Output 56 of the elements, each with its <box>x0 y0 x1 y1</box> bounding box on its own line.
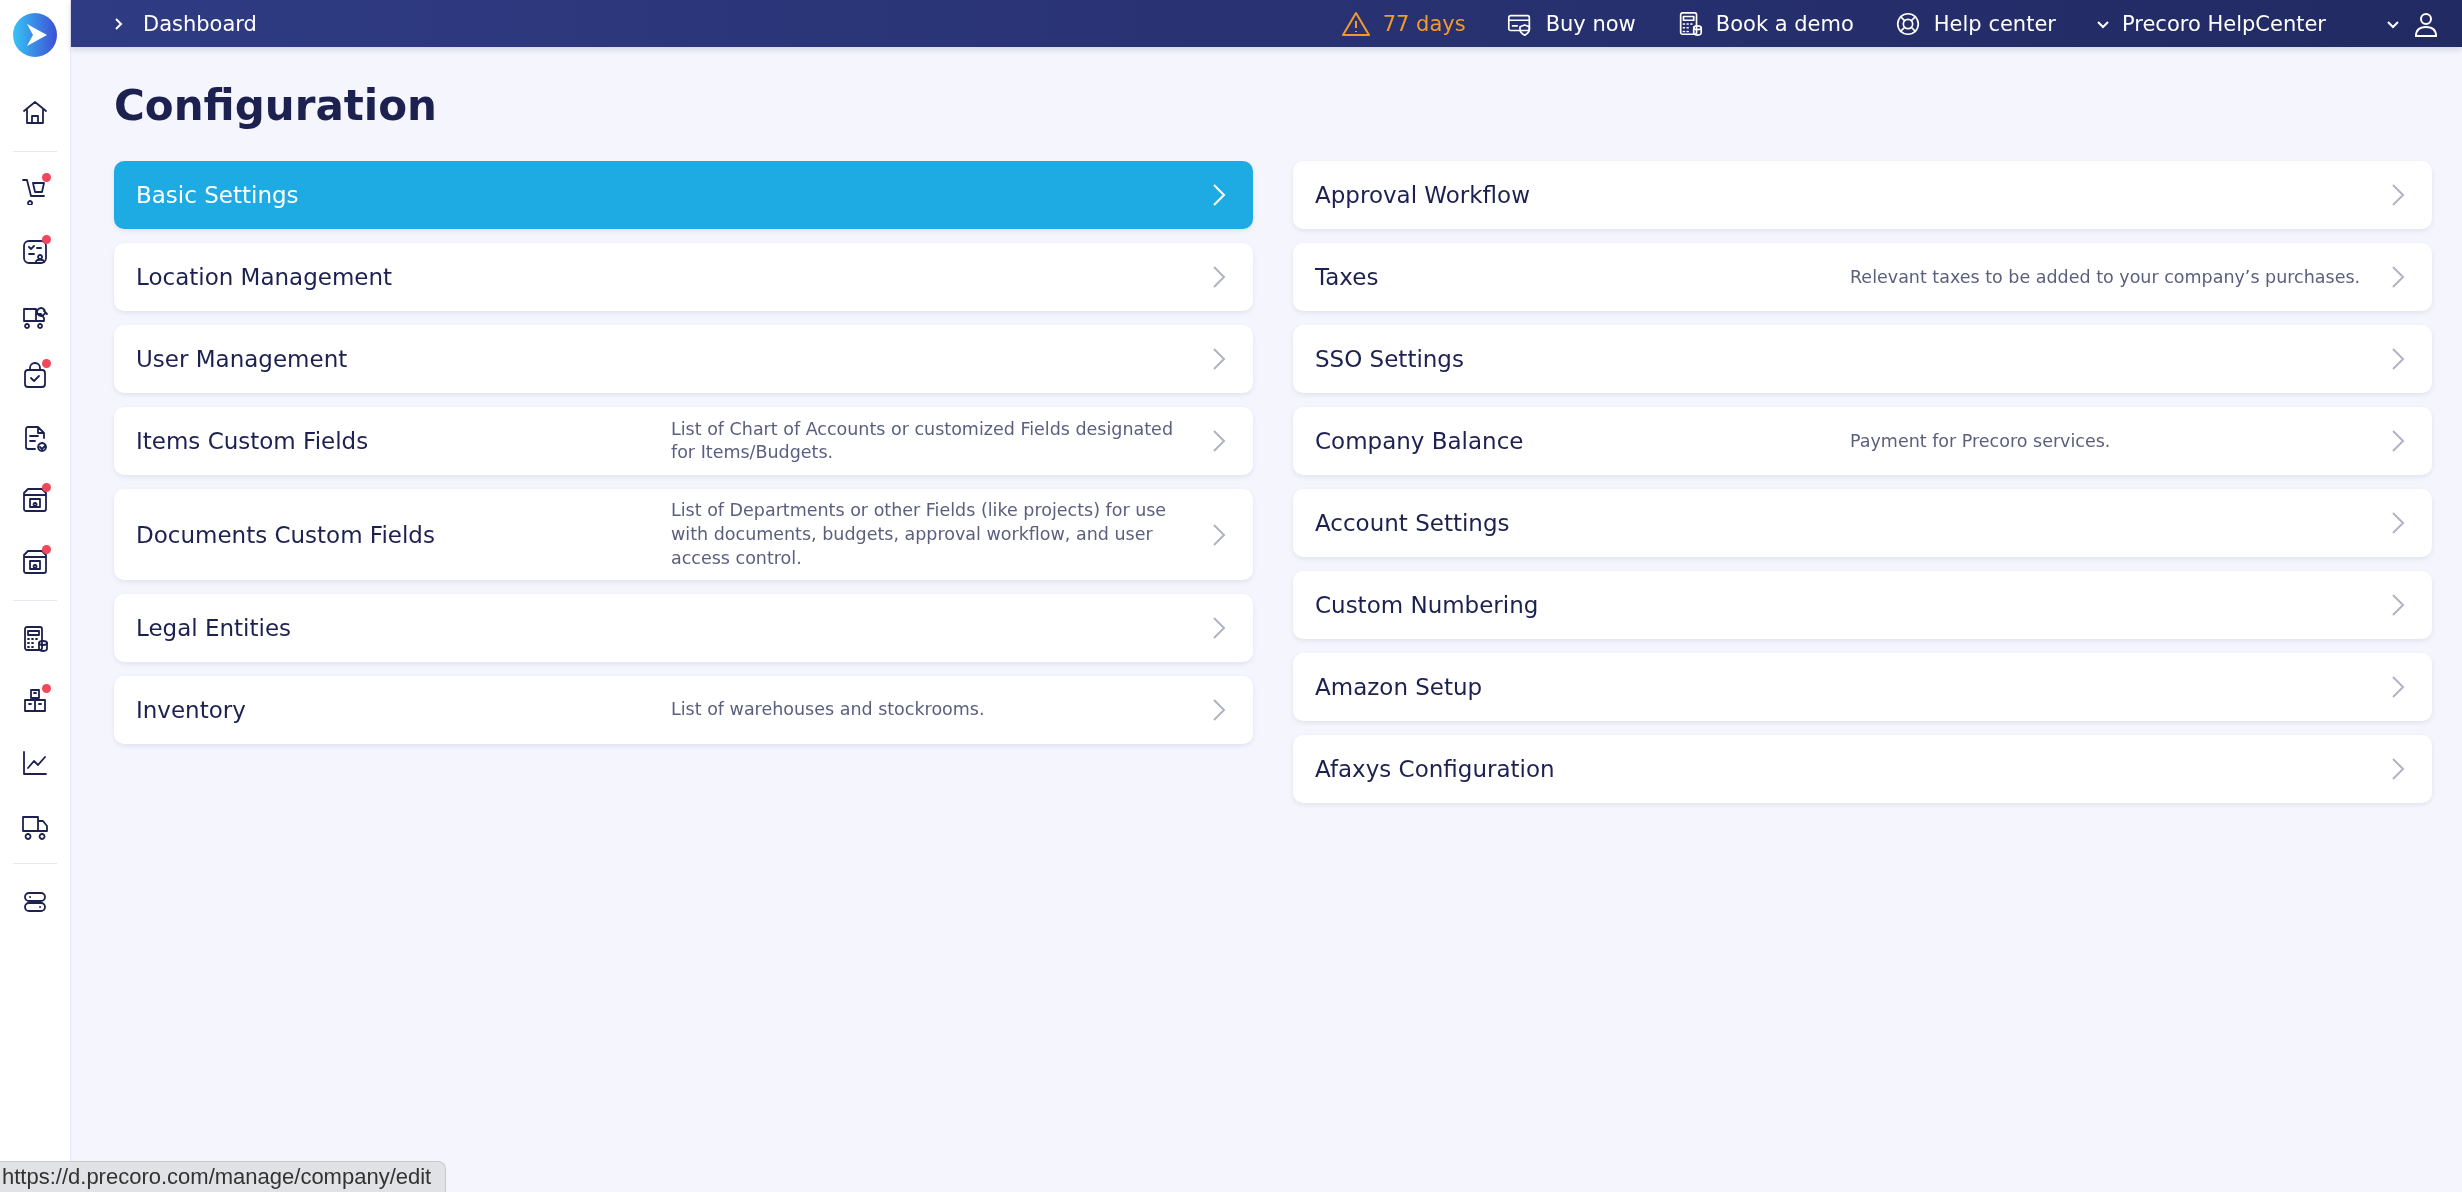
topbar-link[interactable]: Book a demo <box>1675 9 1854 38</box>
settings-card[interactable]: Location Management <box>114 243 1253 312</box>
checklist-icon <box>20 237 50 267</box>
box-camera-icon <box>20 485 50 515</box>
topbar-link[interactable]: Help center <box>1893 9 2056 38</box>
settings-card[interactable]: Account Settings <box>1293 489 2432 558</box>
settings-card[interactable]: User Management <box>114 325 1253 394</box>
notification-dot <box>42 359 51 368</box>
card-title: Basic Settings <box>136 182 300 209</box>
app-logo[interactable] <box>13 13 57 57</box>
notification-dot <box>42 483 51 492</box>
settings-card[interactable]: Approval Workflow <box>1293 161 2432 230</box>
card-title: User Management <box>136 346 349 373</box>
settings-card[interactable]: Inventory List of warehouses and stockrooms. <box>114 676 1253 745</box>
settings-card[interactable]: Legal Entities <box>114 594 1253 663</box>
settings-card[interactable]: Afaxys Configuration <box>1293 735 2432 804</box>
breadcrumb-link[interactable]: Dashboard <box>143 11 257 36</box>
settings-card[interactable]: Company Balance Payment for Precoro services. <box>1293 407 2432 476</box>
card-description: List of Chart of Accounts or customized Fields designated for Items/Budgets. <box>671 417 1174 465</box>
page-title: Configuration <box>114 81 438 132</box>
card-title: Inventory <box>136 697 247 724</box>
trial-days-link[interactable]: 77 days <box>1340 9 1466 38</box>
card-description: List of Departments or other Fields (like projects) for use with documents, budgets, approval workflow, and user access control. <box>671 499 1168 570</box>
card-title: Items Custom Fields <box>136 428 370 455</box>
settings-card[interactable]: Documents Custom Fields List of Departments or other Fields (like projects) for use with documents, budgets, approval workflow, and user access control. <box>114 489 1253 581</box>
card-description: List of warehouses and stockrooms. <box>671 698 986 722</box>
card-title: Legal Entities <box>136 615 292 642</box>
card-description: Payment for Precoro services. <box>1850 429 2112 453</box>
settings-card[interactable]: SSO Settings <box>1293 325 2432 394</box>
topbar-link[interactable]: Buy now <box>1505 9 1636 38</box>
card-title: Afaxys Configuration <box>1315 756 1556 783</box>
card-title: Approval Workflow <box>1315 182 1531 209</box>
box-camera-icon <box>20 547 50 577</box>
settings-card[interactable]: Items Custom Fields List of Chart of Accounts or customized Fields designated for Items/Budgets. <box>114 407 1253 476</box>
notification-dot <box>42 545 51 554</box>
chevron-right-icon <box>1211 521 1227 548</box>
card-title: Account Settings <box>1315 510 1511 537</box>
card-title: SSO Settings <box>1315 346 1465 373</box>
settings-card[interactable]: Custom Numbering <box>1293 571 2432 640</box>
card-title: Location Management <box>136 264 394 291</box>
card-title: Amazon Setup <box>1315 674 1484 701</box>
line-chart-icon <box>20 748 50 778</box>
card-title: Documents Custom Fields <box>136 521 436 548</box>
link-url-status: https://d.precoro.com/manage/company/edit <box>0 1161 447 1192</box>
card-title: Company Balance <box>1315 428 1525 455</box>
notification-dot <box>42 173 51 182</box>
card-title: Taxes <box>1315 264 1380 291</box>
company-dropdown[interactable]: Precoro HelpCenter <box>2095 11 2326 36</box>
settings-card[interactable]: Taxes Relevant taxes to be added to your company’s purchases. <box>1293 243 2432 312</box>
card-description: Relevant taxes to be added to your company’s purchases. <box>1850 265 2362 289</box>
settings-card[interactable]: Amazon Setup <box>1293 653 2432 722</box>
warning-icon <box>1340 9 1371 38</box>
notification-dot <box>42 235 51 244</box>
card-title: Custom Numbering <box>1315 592 1540 619</box>
notification-dot <box>42 684 51 693</box>
sidebar-nav-item[interactable] <box>19 172 51 208</box>
